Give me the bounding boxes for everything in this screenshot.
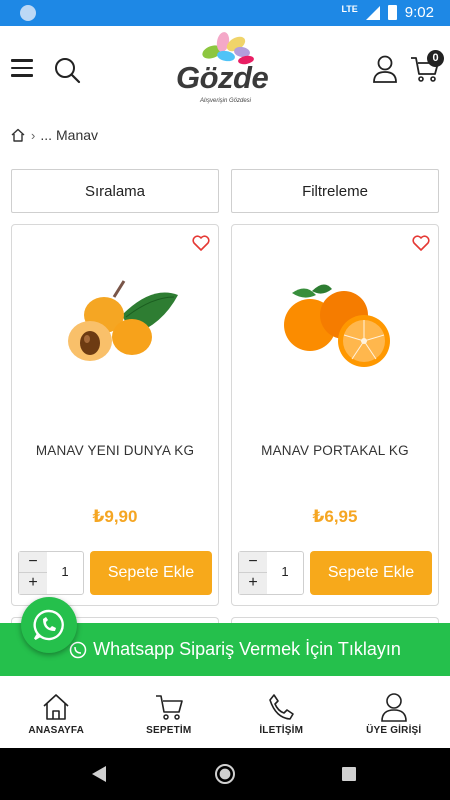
quantity-stepper: − + 1	[238, 551, 304, 595]
quantity-increase-button[interactable]: +	[19, 573, 47, 594]
nav-label: İLETİŞİM	[259, 725, 304, 736]
quantity-decrease-button[interactable]: −	[239, 552, 267, 573]
whatsapp-icon	[69, 641, 87, 658]
home-icon	[43, 694, 69, 720]
product-price: ₺6,95	[312, 507, 358, 526]
user-icon	[380, 693, 407, 722]
bottom-navigation: ANASAYFA SEPETİM İLETİŞİM ÜYE GİRİŞİ	[0, 676, 450, 748]
breadcrumb-ellipsis[interactable]: ...	[40, 127, 52, 143]
system-navigation-bar	[0, 748, 450, 800]
chevron-right-icon: ›	[31, 127, 36, 143]
quantity-input[interactable]: 1	[269, 564, 301, 579]
product-name[interactable]: MANAV PORTAKAL KG	[232, 443, 438, 458]
network-type: LTE	[341, 3, 358, 14]
quantity-decrease-button[interactable]: −	[19, 552, 47, 573]
nav-label: ÜYE GİRİŞİ	[366, 725, 422, 736]
status-bar: LTE 9:02	[0, 0, 450, 26]
cart-count-badge: 0	[427, 50, 444, 67]
sort-button[interactable]: Sıralama	[11, 169, 219, 213]
quantity-stepper: − + 1	[18, 551, 84, 595]
account-icon[interactable]	[372, 55, 398, 83]
back-icon[interactable]	[92, 766, 106, 782]
breadcrumb-current: Manav	[56, 127, 99, 143]
whatsapp-button[interactable]	[21, 597, 77, 653]
heart-icon[interactable]	[412, 235, 430, 251]
product-card: MANAV PORTAKAL KG ₺6,95 − + 1 Sepete Ekl…	[231, 224, 439, 606]
product-price: ₺9,90	[92, 507, 138, 526]
clock: 9:02	[404, 4, 434, 21]
signal-icon	[365, 5, 380, 20]
product-image[interactable]	[52, 275, 180, 375]
product-name[interactable]: MANAV YENI DUNYA KG	[12, 443, 218, 458]
cart-button[interactable]: 0	[410, 50, 444, 84]
cart-icon	[155, 695, 183, 720]
nav-item-contact[interactable]: İLETİŞİM	[225, 676, 338, 748]
filter-button[interactable]: Filtreleme	[231, 169, 439, 213]
logo-text: Gözde	[176, 60, 269, 95]
quantity-input[interactable]: 1	[49, 564, 81, 579]
battery-icon	[387, 5, 397, 20]
whatsapp-icon	[33, 609, 64, 641]
nav-item-home[interactable]: ANASAYFA	[0, 676, 113, 748]
heart-icon[interactable]	[192, 235, 210, 251]
notification-icon	[20, 5, 36, 21]
logo-tagline: Alışverişin Gözdesi	[200, 98, 252, 104]
home-icon[interactable]	[11, 128, 25, 142]
logo[interactable]: Gözde Alışverişin Gözdesi	[170, 30, 280, 108]
nav-item-cart[interactable]: SEPETİM	[113, 676, 226, 748]
app-header: Gözde Alışverişin Gözdesi 0	[0, 26, 450, 116]
quantity-increase-button[interactable]: +	[239, 573, 267, 594]
nav-label: ANASAYFA	[28, 725, 85, 736]
whatsapp-banner-label: Whatsapp Sipariş Vermek İçin Tıklayın	[93, 639, 401, 659]
nav-label: SEPETİM	[146, 725, 192, 736]
search-icon[interactable]	[53, 56, 81, 84]
nav-item-login[interactable]: ÜYE GİRİŞİ	[338, 676, 450, 748]
add-to-cart-button[interactable]: Sepete Ekle	[310, 551, 432, 595]
home-button-icon[interactable]	[215, 764, 235, 784]
recent-apps-icon[interactable]	[342, 767, 356, 781]
product-image[interactable]	[272, 275, 400, 375]
menu-icon[interactable]	[11, 59, 33, 77]
status-icons: LTE 9:02	[341, 3, 434, 22]
breadcrumb: › ... Manav	[11, 127, 98, 143]
phone-icon	[269, 694, 295, 720]
product-card: MANAV YENI DUNYA KG ₺9,90 − + 1 Sepete E…	[11, 224, 219, 606]
add-to-cart-button[interactable]: Sepete Ekle	[90, 551, 212, 595]
